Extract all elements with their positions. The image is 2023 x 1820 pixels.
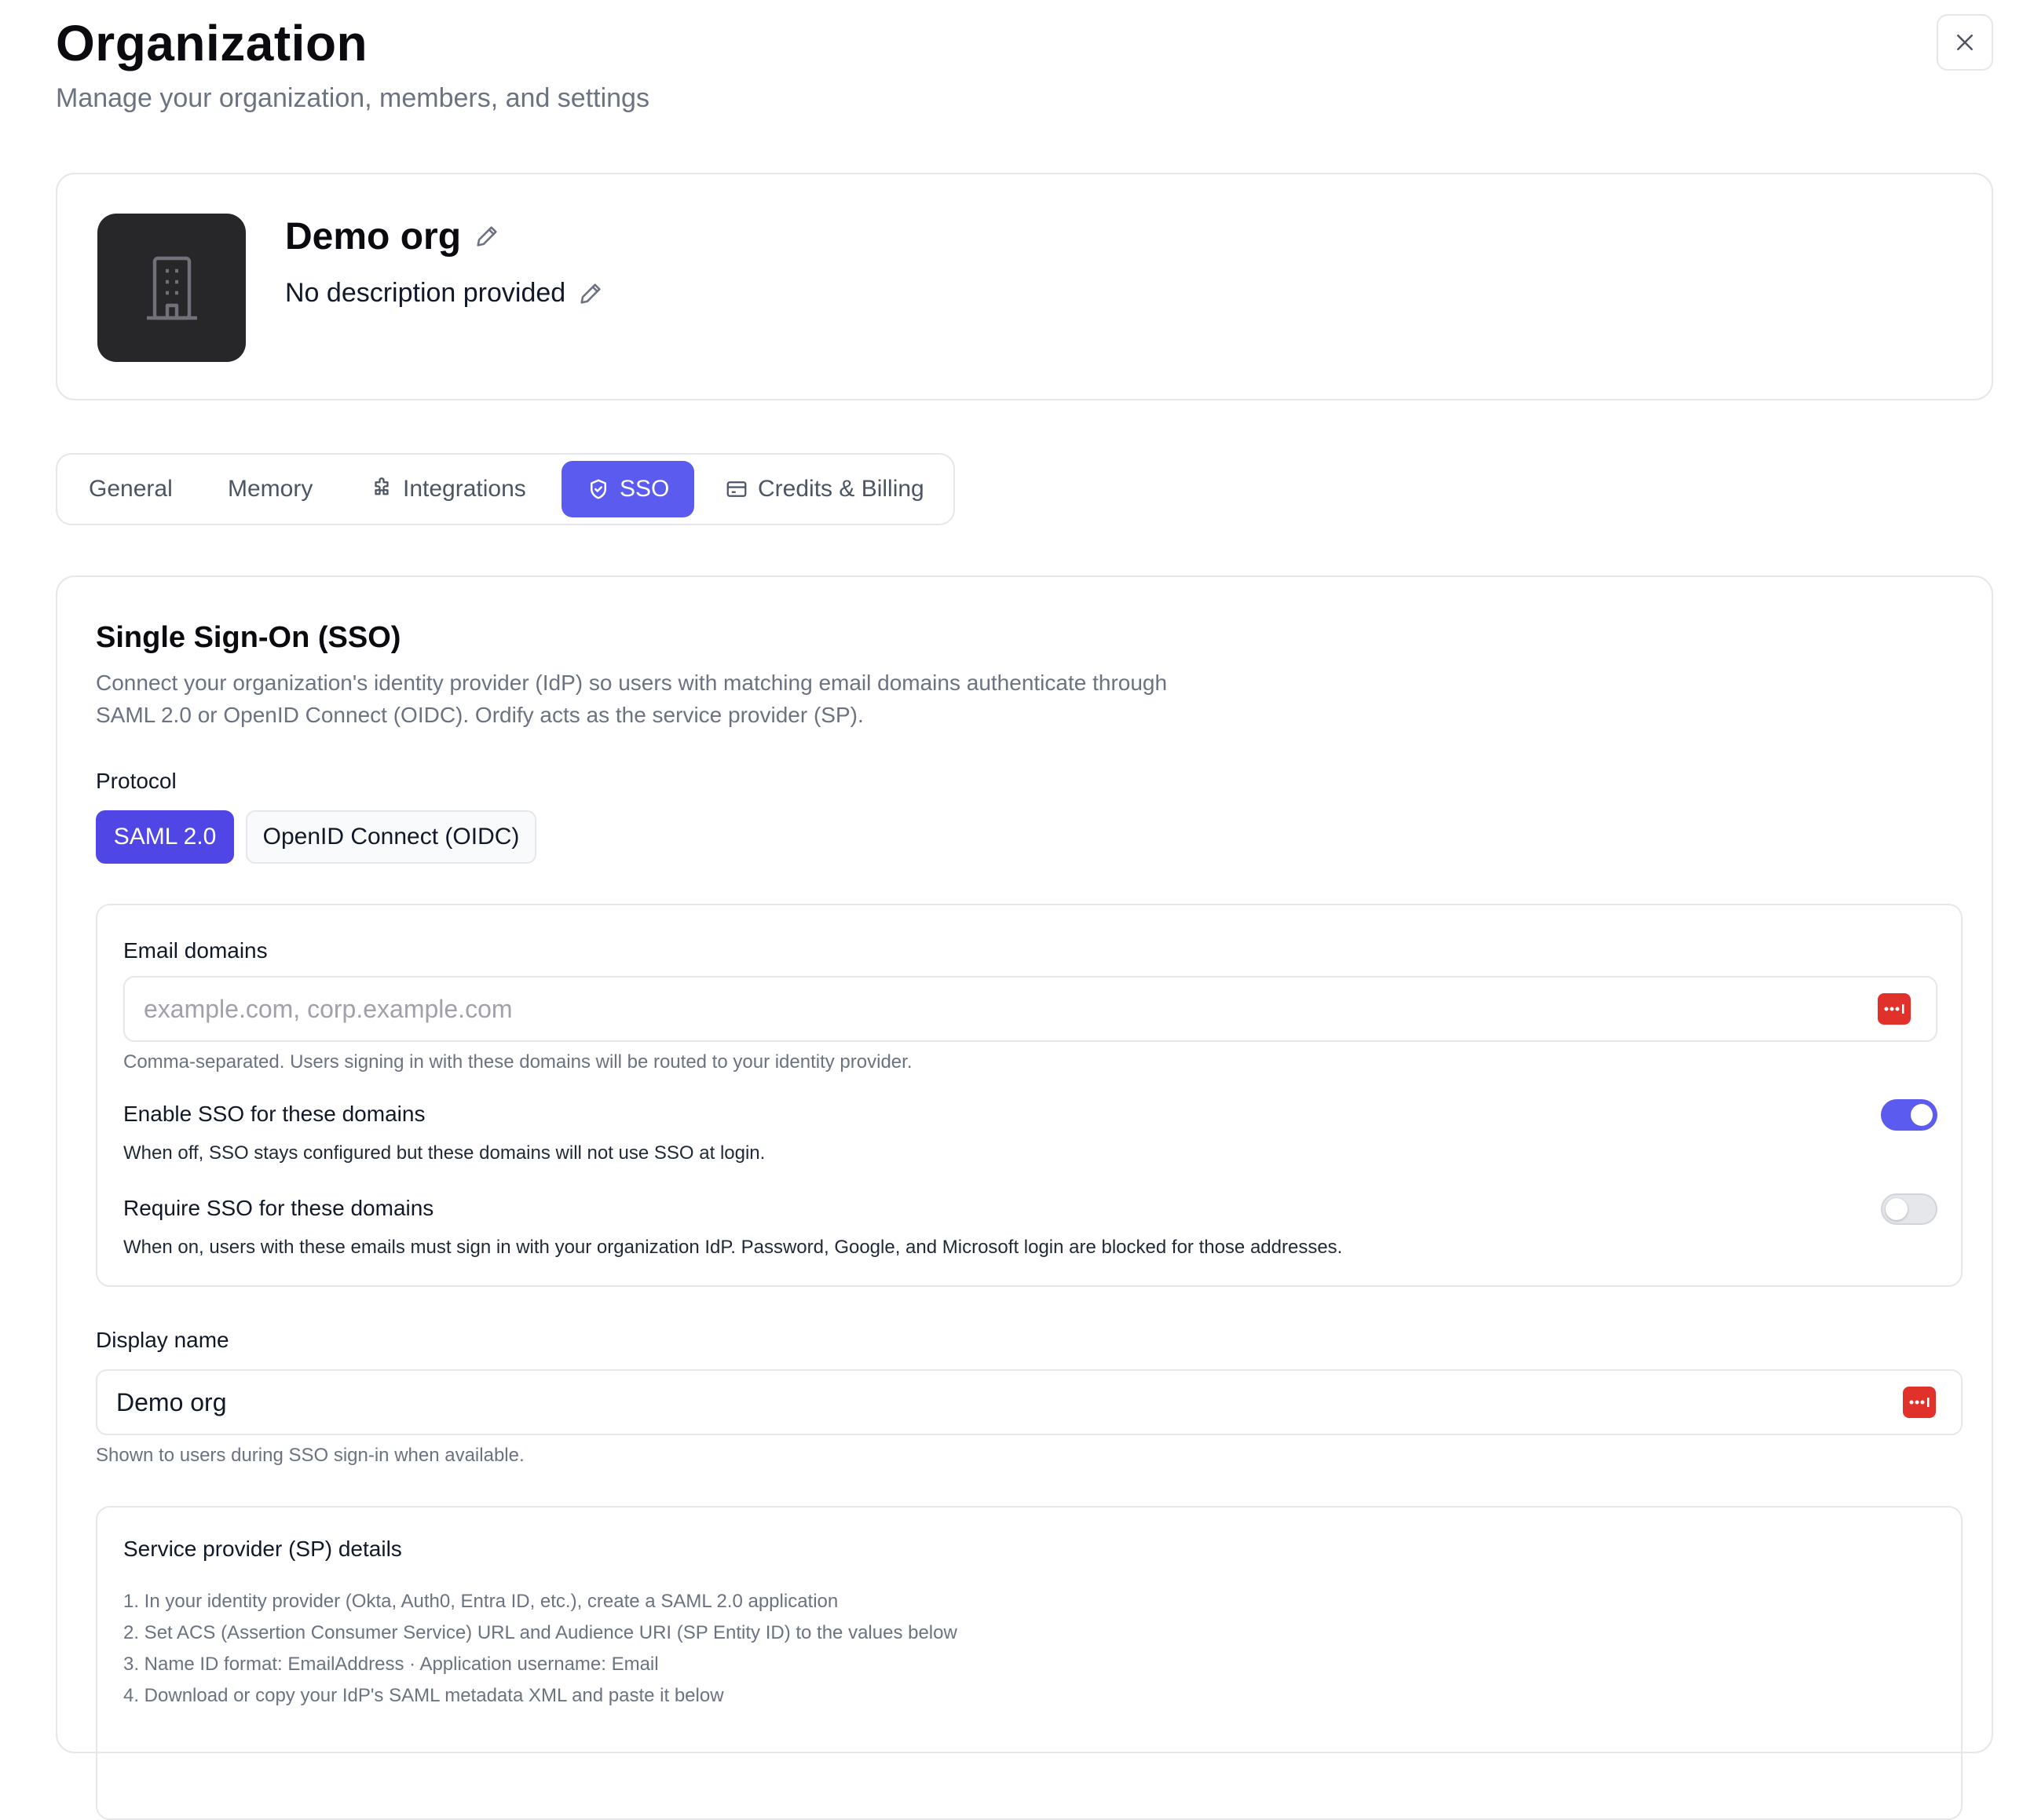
enable-sso-toggle[interactable] — [1881, 1099, 1937, 1131]
page-subtitle: Manage your organization, members, and s… — [56, 83, 649, 113]
protocol-saml-button[interactable]: SAML 2.0 — [96, 810, 234, 864]
org-card: Demo org No description provided — [56, 173, 1993, 400]
email-domains-panel: Email domains example.com, corp.example.… — [96, 904, 1963, 1287]
email-domains-hint: Comma-separated. Users signing in with t… — [123, 1051, 913, 1073]
close-icon — [1957, 35, 1973, 50]
enable-sso-hint: When off, SSO stays configured but these… — [123, 1142, 766, 1164]
password-manager-icon[interactable] — [1878, 993, 1911, 1025]
email-domains-placeholder: example.com, corp.example.com — [144, 994, 513, 1023]
protocol-label: Protocol — [96, 769, 177, 793]
puzzle-icon — [375, 477, 389, 495]
sp-step: 4. Download or copy your IdP's SAML meta… — [123, 1685, 724, 1706]
display-name-input[interactable]: Demo org — [96, 1369, 1963, 1435]
pencil-icon — [580, 283, 601, 304]
display-name-label: Display name — [96, 1328, 229, 1352]
edit-description-button[interactable] — [577, 280, 604, 311]
display-name-hint: Shown to users during SSO sign-in when a… — [96, 1445, 525, 1466]
page-title: Organization — [56, 15, 368, 71]
sp-setup-steps: 1. In your identity provider (Okta, Auth… — [123, 1586, 957, 1712]
email-domains-label: Email domains — [123, 938, 268, 963]
enable-sso-label: Enable SSO for these domains — [123, 1102, 426, 1126]
tab-general[interactable]: General — [89, 461, 173, 517]
sso-settings-card: Single Sign-On (SSO) Connect your organi… — [56, 576, 1993, 1820]
sso-section-title: Single Sign-On (SSO) — [96, 621, 401, 654]
organization-settings-page: Organization Manage your organization, m… — [0, 0, 2023, 1820]
org-avatar[interactable] — [97, 214, 246, 362]
sp-step: 1. In your identity provider (Okta, Auth… — [123, 1591, 839, 1612]
building-icon — [146, 256, 197, 320]
org-name: Demo org — [285, 216, 462, 258]
credit-card-icon — [726, 481, 747, 497]
settings-tabs: General Memory Integrations SSO Credits … — [56, 453, 955, 525]
close-button[interactable] — [1937, 14, 1993, 71]
require-sso-toggle[interactable] — [1881, 1193, 1937, 1225]
tab-credits-billing[interactable]: Credits & Billing — [725, 461, 924, 517]
display-name-value: Demo org — [116, 1387, 227, 1416]
shield-check-icon — [591, 479, 606, 499]
sso-section-description: Connect your organization's identity pro… — [96, 671, 1168, 727]
tab-integrations[interactable]: Integrations — [370, 461, 526, 517]
require-sso-label: Require SSO for these domains — [123, 1196, 434, 1220]
email-domains-input[interactable]: example.com, corp.example.com — [123, 976, 1937, 1042]
require-sso-hint: When on, users with these emails must si… — [123, 1237, 1343, 1258]
sp-details-panel: Service provider (SP) details 1. In your… — [96, 1506, 1963, 1820]
sp-details-title: Service provider (SP) details — [123, 1537, 402, 1561]
org-description: No description provided — [285, 278, 566, 308]
sp-step: 2. Set ACS (Assertion Consumer Service) … — [123, 1622, 957, 1643]
tab-sso[interactable]: SSO — [562, 461, 695, 517]
pencil-icon — [477, 226, 497, 247]
protocol-oidc-button[interactable]: OpenID Connect (OIDC) — [246, 810, 536, 864]
edit-name-button[interactable] — [474, 223, 500, 254]
password-manager-icon[interactable] — [1903, 1387, 1936, 1418]
tab-memory[interactable]: Memory — [228, 461, 313, 517]
sp-step: 3. Name ID format: EmailAddress · Applic… — [123, 1654, 659, 1675]
